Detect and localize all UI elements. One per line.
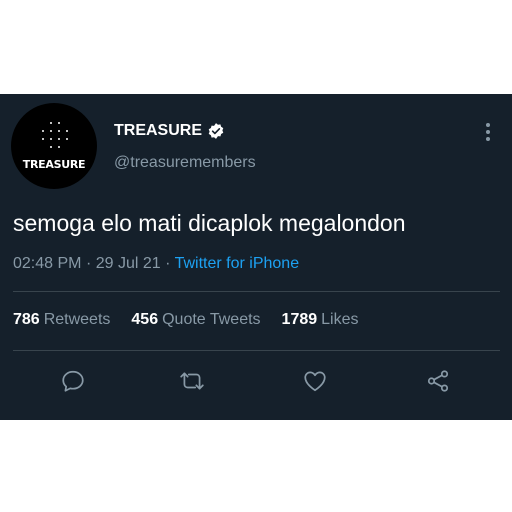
divider: [13, 291, 500, 292]
retweets-count: 786: [13, 311, 40, 328]
reply-button[interactable]: [60, 368, 86, 394]
logo-dots-icon: [41, 121, 69, 149]
tweet-stats: 786 Retweets 456 Quote Tweets 1789 Likes: [13, 311, 380, 329]
reply-icon: [62, 370, 84, 392]
quotes-label: Quote Tweets: [162, 311, 261, 328]
user-name[interactable]: TREASURE: [114, 122, 202, 140]
quotes-count: 456: [131, 311, 159, 328]
likes-count: 1789: [281, 311, 318, 328]
avatar[interactable]: TREASURE: [11, 103, 97, 189]
retweet-icon: [180, 372, 204, 390]
likes-label: Likes: [321, 311, 359, 328]
user-name-row[interactable]: TREASURE: [114, 120, 225, 142]
tweet-meta: 02:48 PM · 29 Jul 21 · Twitter for iPhon…: [13, 255, 299, 273]
share-icon: [427, 370, 449, 392]
more-options-icon[interactable]: [481, 121, 495, 141]
share-button[interactable]: [425, 368, 451, 394]
tweet-text: semoga elo mati dicaplok megalondon: [13, 210, 406, 236]
divider: [13, 350, 500, 351]
like-button[interactable]: [302, 368, 328, 394]
verified-badge-icon: [208, 123, 224, 139]
avatar-logo-text: TREASURE: [22, 158, 86, 171]
tweet-time: 02:48 PM: [13, 255, 82, 272]
retweets-label: Retweets: [43, 311, 111, 328]
likes-stat[interactable]: 1789 Likes: [282, 311, 359, 329]
quote-tweets-stat[interactable]: 456 Quote Tweets: [131, 311, 260, 329]
user-handle[interactable]: @treasuremembers: [114, 154, 256, 172]
like-icon: [304, 371, 326, 392]
retweet-button[interactable]: [179, 368, 205, 394]
tweet-date[interactable]: 29 Jul 21: [96, 255, 161, 272]
tweet-source-link[interactable]: Twitter for iPhone: [175, 255, 300, 272]
retweets-stat[interactable]: 786 Retweets: [13, 311, 110, 329]
meta-separator: ·: [85, 255, 92, 272]
meta-separator: ·: [165, 255, 171, 272]
